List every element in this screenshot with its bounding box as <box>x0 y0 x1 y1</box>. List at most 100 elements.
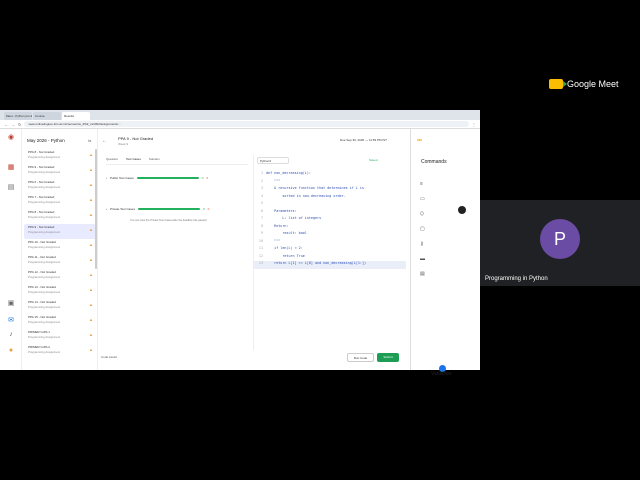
language-select[interactable]: Python3 <box>257 157 289 164</box>
browser-tab[interactable]: Course <box>33 112 61 120</box>
line-number: 3 <box>260 186 263 190</box>
terminal-icon[interactable]: ▤ <box>420 271 428 279</box>
public-test-row[interactable]: › Public Test Cases 0 0 <box>106 171 248 185</box>
question-tabs: Question Test Cases Solution <box>106 157 248 165</box>
run-cell-icon[interactable] <box>458 206 466 214</box>
code-icon[interactable]: ⟨⟩ <box>420 211 428 219</box>
warning-icon: ▲ <box>89 167 93 172</box>
sidebar-scrollbar[interactable] <box>95 149 97 269</box>
assignment-item[interactable]: PPA 15 - Not Graded Programming Assignmen… <box>24 314 96 329</box>
assignment-item-title: PPA 14 - Not Graded <box>28 300 56 304</box>
code-line[interactable]: 3 A recursive function that determines i… <box>254 186 406 194</box>
key-icon[interactable]: ⚷ <box>420 241 428 249</box>
tab-question[interactable]: Question <box>106 157 118 164</box>
code-assist-button[interactable]: Code Assist <box>101 355 117 359</box>
assignment-item-title: PPA 9 - Not Graded <box>28 225 55 229</box>
assignment-item[interactable]: PPA 6 - Not Graded Programming Assignment… <box>24 179 96 194</box>
assignment-item-type: Programming Assignment <box>28 305 61 309</box>
variables-tab[interactable]: Variables <box>431 371 451 377</box>
assignment-item[interactable]: PPA 12 - Not Graded Programming Assignmen… <box>24 269 96 284</box>
library-icon[interactable]: ▤ <box>5 183 17 195</box>
back-arrow-icon[interactable]: ← <box>4 122 8 127</box>
app: ◉ ▦ ▤ ▣ ✉ ♪ ● May 2026 - Python ⇆ PPA 8 … <box>0 129 406 370</box>
code-line[interactable]: 7 L: list of integers <box>254 216 406 224</box>
participant-name: Programming in Python <box>485 276 548 282</box>
assignment-item[interactable]: PPA 9 - Not Graded Programming Assignment… <box>24 224 96 239</box>
back-icon[interactable]: ← <box>102 138 107 144</box>
assignment-item[interactable]: PPA 13 - Not Graded Programming Assignmen… <box>24 284 96 299</box>
code-line[interactable]: 4 sorted in non-decreasing order. <box>254 194 406 202</box>
variables-icon[interactable]: ▢ <box>420 226 428 234</box>
code-line[interactable]: 1 def non_decreasing(L): <box>254 171 406 179</box>
warning-icon: ▲ <box>89 227 93 232</box>
forward-arrow-icon[interactable]: → <box>11 122 15 127</box>
assignment-item[interactable]: PPA 11 - Not Graded Programming Assignmen… <box>24 254 96 269</box>
assignment-item-type: Programming Assignment <box>28 350 61 354</box>
assignment-item[interactable]: PRIMER GrPA 1 Programming Assignment ▲ <box>24 329 96 344</box>
code-line[interactable]: 6 Parameters: <box>254 209 406 217</box>
assignment-item-title: PPA 11 - Not Graded <box>28 255 56 259</box>
code-line[interactable]: 13 return L[1] >= L[0] and non_decreasin… <box>254 261 406 269</box>
meet-logo-text: Google Meet <box>567 79 619 89</box>
assignment-item[interactable]: PPA 10 - Not Graded Programming Assignmen… <box>24 239 96 254</box>
assignment-week: Week 9 <box>118 142 129 146</box>
code-lines[interactable]: 1 def non_decreasing(L): 2 """ 3 A recursiv… <box>254 171 406 269</box>
notifications-icon[interactable]: ♪ <box>5 331 17 343</box>
code-editor[interactable]: Python3 Saved 1 def non_decreasing(L): 2 "… <box>253 155 406 350</box>
warning-icon: ▲ <box>89 302 93 307</box>
run-code-button[interactable]: Run Code <box>347 353 374 362</box>
private-test-row[interactable]: › Private Test Cases 0 0 <box>106 202 248 216</box>
chat-icon[interactable]: ✉ <box>5 316 17 328</box>
browser-tab-active[interactable]: Results <box>62 112 90 120</box>
line-number: 2 <box>260 178 263 183</box>
assignment-item[interactable]: PPA 7 - Not Graded Programming Assignment… <box>24 194 96 209</box>
warning-icon: ▲ <box>89 242 93 247</box>
warning-icon: ▲ <box>89 212 93 217</box>
assignment-item[interactable]: PPA 8 - Not Graded Programming Assignment… <box>24 209 96 224</box>
code-text: Return: <box>266 223 289 228</box>
assignment-item[interactable]: PRIMER GrPA 2 Programming Assignment ▲ <box>24 344 96 359</box>
code-line[interactable]: 9 result: bool <box>254 231 406 239</box>
code-line[interactable]: 2 """ <box>254 179 406 187</box>
code-line[interactable]: 5 <box>254 201 406 209</box>
calendar-icon[interactable]: ▣ <box>5 299 17 311</box>
code-line[interactable]: 11 if len(L) < 2: <box>254 246 406 254</box>
chevron-right-icon: › <box>106 207 107 211</box>
url-field[interactable]: seek.onlinedegree.iitm.ac.in/courses/ns_… <box>24 121 469 127</box>
toc-icon[interactable]: ≡ <box>420 181 428 189</box>
assignment-item-title: PPA 7 - Not Graded <box>28 195 55 199</box>
code-text: if len(L) < 2: <box>266 246 303 250</box>
courses-icon[interactable]: ▦ <box>5 163 17 175</box>
assignment-item[interactable]: PPA 9 - Not Graded Programming Assignment… <box>24 164 96 179</box>
logo-icon: ◉ <box>7 134 15 141</box>
assignment-item[interactable]: PPA 8 - Not Graded Programming Assignment… <box>24 149 96 164</box>
code-line[interactable]: 8 Return: <box>254 224 406 232</box>
code-line[interactable]: 12 return True <box>254 254 406 262</box>
warning-icon: ▲ <box>89 182 93 187</box>
code-text: return True <box>266 253 305 258</box>
menu-icon[interactable]: ⋮ <box>472 122 476 127</box>
line-number: 1 <box>260 171 263 175</box>
line-number: 13 <box>258 261 263 265</box>
assignment-item-title: PPA 15 - Not Graded <box>28 315 56 319</box>
course-sidebar: May 2026 - Python ⇆ PPA 8 - Not Graded Pr… <box>22 129 98 370</box>
warning-icon: ▲ <box>89 317 93 322</box>
collapse-icon[interactable]: ⇆ <box>88 138 91 143</box>
user-avatar-icon[interactable]: ● <box>5 347 17 359</box>
assignment-item-title: PPA 8 - Not Graded <box>28 210 55 214</box>
submit-button[interactable]: Submit <box>377 353 399 362</box>
reload-icon[interactable]: ↻ <box>18 122 21 127</box>
tab-solution[interactable]: Solution <box>149 157 160 164</box>
code-text: """ <box>266 178 281 183</box>
folder-icon[interactable]: ▬ <box>420 256 428 264</box>
file-icon[interactable]: ▭ <box>420 196 428 204</box>
line-number: 4 <box>260 193 263 198</box>
browser-tab[interactable]: Meet - Python pro Exam <box>4 112 32 120</box>
code-line[interactable]: 10 """ <box>254 239 406 247</box>
line-number: 5 <box>260 201 263 205</box>
warning-icon: ▲ <box>89 152 93 157</box>
commands-header[interactable]: Commands <box>421 159 447 165</box>
code-text: def non_decreasing(L): <box>266 171 311 175</box>
tab-test-cases[interactable]: Test Cases <box>126 157 141 164</box>
assignment-item[interactable]: PPA 14 - Not Graded Programming Assignmen… <box>24 299 96 314</box>
